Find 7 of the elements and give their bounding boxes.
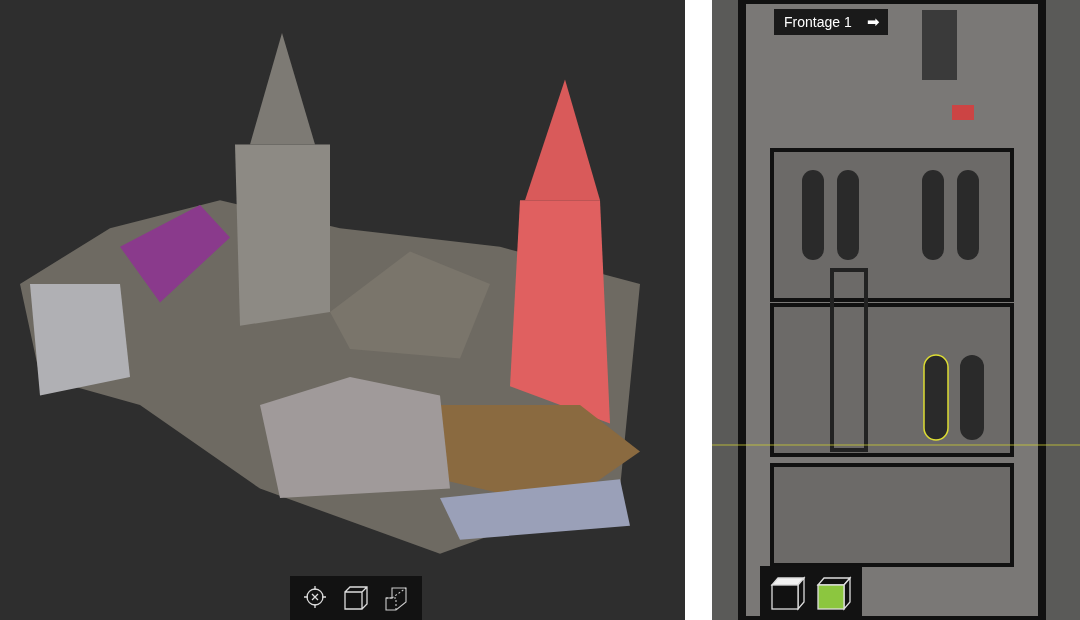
toolbar-button[interactable] xyxy=(382,584,410,612)
view-cube-button[interactable] xyxy=(816,575,852,611)
toolbar-button[interactable] xyxy=(342,584,370,612)
section-plane-icon xyxy=(382,584,410,612)
target-icon xyxy=(302,584,328,610)
cube-icon xyxy=(342,584,370,612)
view-cube-button[interactable] xyxy=(770,575,806,611)
